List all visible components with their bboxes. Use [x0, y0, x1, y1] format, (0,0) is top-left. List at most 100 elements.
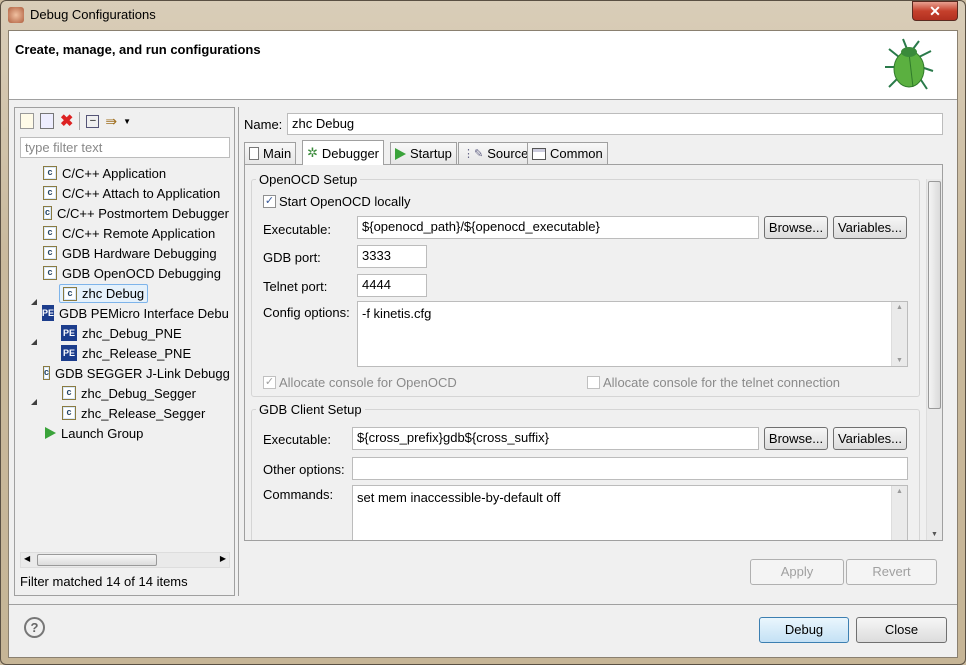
c-config-icon: c [43, 246, 57, 260]
commands-scrollbar[interactable]: ▲ [891, 486, 907, 540]
other-options-input[interactable] [352, 457, 908, 480]
tree-item[interactable]: c zhc_Debug_Segger [62, 384, 196, 402]
tab-common[interactable]: Common [527, 142, 608, 164]
tab-label: Startup [410, 146, 452, 161]
filter-input[interactable]: type filter text [20, 137, 230, 158]
openocd-exe-label: Executable: [263, 222, 331, 237]
tree-item-label: zhc_Release_Segger [81, 405, 206, 421]
tree-item[interactable]: PEGDB PEMicro Interface Debugging [42, 304, 229, 322]
commands-label: Commands: [263, 487, 334, 502]
apply-button[interactable]: Apply [750, 559, 844, 585]
tree-item-label: C/C++ Application [62, 165, 167, 181]
tree-item-label: GDB OpenOCD Debugging [62, 265, 221, 281]
checkbox-checked-icon: ✓ [263, 376, 276, 389]
expand-arrow-icon[interactable] [31, 399, 37, 405]
tree-item-label: GDB Hardware Debugging [62, 245, 217, 261]
pe-icon: PE [61, 325, 77, 341]
horizontal-scrollbar[interactable]: ◀ ▶ [20, 552, 230, 568]
gdb-browse-button[interactable]: Browse... [764, 427, 828, 450]
new-config-icon[interactable] [20, 113, 34, 129]
config-options-scrollbar[interactable]: ▲ ▼ [891, 302, 907, 366]
tree-item-selected[interactable]: c zhc Debug [59, 284, 149, 303]
tab-content: OpenOCD Setup ✓ Start OpenOCD locally Exe… [244, 164, 943, 541]
tree-item-label: C/C++ Attach to Application [62, 185, 221, 201]
window-title: Debug Configurations [30, 7, 156, 22]
tree-item[interactable]: c GDB SEGGER J-Link Debugging [43, 364, 229, 382]
name-input[interactable]: zhc Debug [287, 113, 943, 135]
filter-icon[interactable]: ⇛ [105, 113, 117, 130]
tree-item-label: zhc_Debug_PNE [82, 325, 182, 341]
name-label: Name: [244, 117, 283, 132]
debug-button[interactable]: Debug [759, 617, 849, 643]
filter-status: Filter matched 14 of 14 items [20, 574, 188, 589]
c-config-icon: c [63, 286, 77, 301]
openocd-browse-button[interactable]: Browse... [764, 216, 828, 239]
config-options-label: Config options: [263, 305, 350, 320]
revert-button[interactable]: Revert [846, 559, 937, 585]
expand-arrow-icon[interactable] [31, 339, 37, 345]
c-config-icon: c [43, 366, 51, 380]
scroll-left-icon[interactable]: ◀ [24, 554, 30, 563]
scrollbar-thumb[interactable] [37, 554, 157, 566]
checkbox-checked-icon: ✓ [263, 195, 276, 208]
help-icon[interactable]: ? [24, 617, 45, 638]
checkbox-label: Allocate console for the telnet connecti… [603, 375, 841, 390]
c-config-icon: c [43, 266, 57, 280]
tree-item[interactable]: c C/C++ Attach to Application [43, 184, 220, 202]
document-icon [249, 147, 259, 160]
gdb-port-input[interactable]: 3333 [357, 245, 427, 268]
collapse-all-icon[interactable]: – [86, 114, 100, 128]
expand-arrow-icon[interactable] [31, 299, 37, 305]
c-config-icon: c [43, 186, 57, 200]
gdb-port-label: GDB port: [263, 250, 321, 265]
gdb-exe-input[interactable]: ${cross_prefix}gdb${cross_suffix} [352, 427, 759, 450]
tree-item[interactable]: Launch Group [45, 424, 143, 442]
openocd-variables-button[interactable]: Variables... [833, 216, 907, 239]
alloc-console-checkbox[interactable]: ✓ Allocate console for OpenOCD [263, 375, 457, 390]
tree-item[interactable]: c C/C++ Application [43, 164, 166, 182]
tab-label: Debugger [321, 145, 380, 161]
tree-item-label: GDB PEMicro Interface Debugging [59, 305, 229, 321]
tab-content-scrollbar[interactable]: ▼ [926, 179, 942, 540]
window-close-button[interactable]: ✕ [912, 1, 958, 21]
tab-debugger[interactable]: ✲ Debugger [302, 140, 385, 165]
c-config-icon: c [43, 206, 53, 220]
config-list-panel: ✖ – ⇛ ▼ type filter text c C/C++ Applicat… [14, 107, 235, 596]
tab-label: Source [487, 146, 529, 161]
source-icon: ⋮✎ [463, 148, 484, 160]
scroll-right-icon[interactable]: ▶ [220, 554, 226, 563]
alloc-telnet-checkbox[interactable]: Allocate console for the telnet connecti… [587, 375, 840, 390]
telnet-port-input[interactable]: 4444 [357, 274, 427, 297]
header-title: Create, manage, and run configurations [15, 42, 261, 57]
scroll-down-icon[interactable]: ▼ [931, 531, 938, 538]
commands-textarea[interactable]: set mem inaccessible-by-default off [352, 485, 908, 540]
tree-item[interactable]: c zhc_Release_Segger [62, 404, 205, 422]
c-config-icon: c [43, 226, 57, 240]
tab-label: Main [263, 146, 292, 161]
tree-item[interactable]: PE zhc_Debug_PNE [61, 324, 182, 342]
start-openocd-checkbox[interactable]: ✓ Start OpenOCD locally [263, 194, 411, 209]
delete-icon[interactable]: ✖ [60, 111, 73, 131]
tab-startup[interactable]: Startup [390, 142, 457, 164]
close-button[interactable]: Close [856, 617, 947, 643]
tree-item-label: C/C++ Remote Application [62, 225, 216, 241]
c-config-icon: c [62, 386, 76, 400]
tab-main[interactable]: Main [244, 142, 297, 164]
tree-item[interactable]: c GDB Hardware Debugging [43, 244, 217, 262]
gdb-variables-button[interactable]: Variables... [833, 427, 907, 450]
tree-item[interactable]: PE zhc_Release_PNE [61, 344, 191, 362]
tree-item[interactable]: c C/C++ Postmortem Debugger [43, 204, 229, 222]
footer-divider [9, 604, 957, 605]
chevron-down-icon[interactable]: ▼ [123, 117, 131, 126]
table-icon [532, 147, 546, 160]
config-options-textarea[interactable]: -f kinetis.cfg [357, 301, 908, 367]
list-toolbar: ✖ – ⇛ ▼ [20, 111, 131, 131]
tree-item[interactable]: c C/C++ Remote Application [43, 224, 215, 242]
tab-source[interactable]: ⋮✎ Source [458, 142, 534, 164]
checkbox-unchecked-icon [587, 376, 600, 389]
gdb-exe-label: Executable: [263, 432, 331, 447]
scrollbar-thumb[interactable] [928, 181, 941, 409]
duplicate-icon[interactable] [40, 113, 54, 129]
tree-item[interactable]: c GDB OpenOCD Debugging [43, 264, 221, 282]
openocd-exe-input[interactable]: ${openocd_path}/${openocd_executable} [357, 216, 759, 239]
